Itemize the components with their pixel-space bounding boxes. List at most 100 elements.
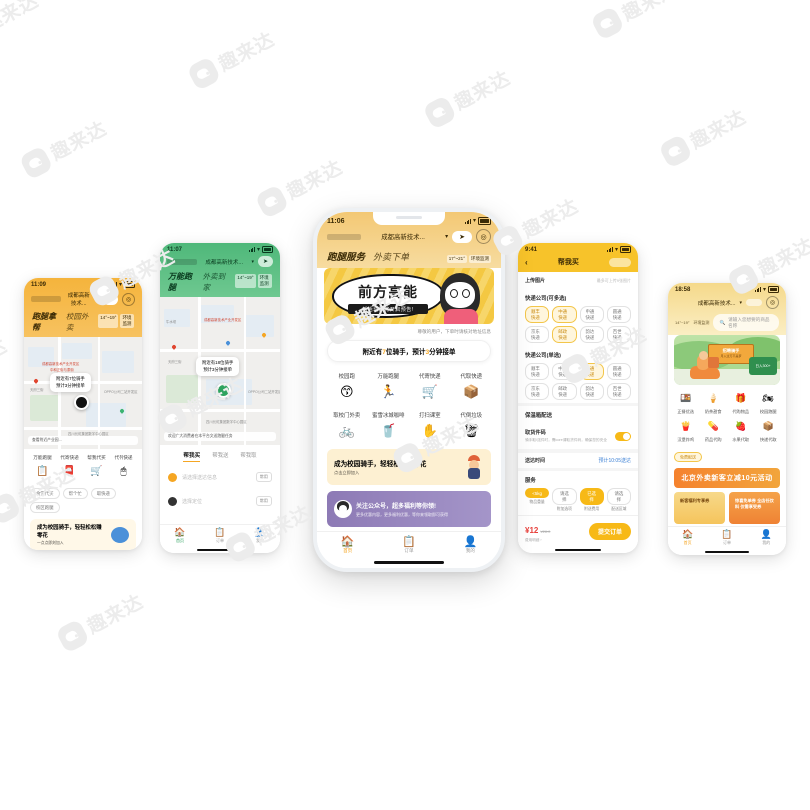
courier-chip[interactable]: 中通快递	[552, 363, 577, 380]
bicycle-icon[interactable]: 🚲	[337, 421, 357, 441]
location-bar[interactable]: 成都高新技术... ▾ ➤ ◎	[24, 289, 142, 311]
tab-orders[interactable]: 📋 订单	[707, 530, 746, 546]
hand-icon[interactable]: ✋	[420, 421, 440, 441]
bento-icon[interactable]: 🍱	[678, 391, 694, 407]
free-delivery-tag[interactable]: 免费配送	[674, 452, 702, 462]
inner-tab-fetch[interactable]: 帮我取	[240, 451, 256, 462]
pickup-code-toggle[interactable]	[615, 431, 631, 441]
location-name[interactable]: 成都高新技术...	[365, 232, 441, 241]
promo-card[interactable]: 惊喜免单券 全店任饮料 仅需享受券 限时抢购	[729, 492, 780, 535]
courier-chip[interactable]: 邮政快递	[552, 326, 577, 343]
cart-icon[interactable]: 🛒	[420, 382, 440, 402]
tab-home[interactable]: 🏠 首页	[317, 536, 378, 554]
runner-icon[interactable]: 🏃	[378, 382, 398, 402]
chevron-down-icon[interactable]: ▾	[445, 233, 448, 240]
grid-item-errand[interactable]: 万能跑腿 🏃	[369, 372, 409, 402]
delivery-time-row[interactable]: 送达时间 预计10:05送达	[518, 453, 638, 468]
option-value[interactable]: 请选择	[606, 488, 631, 506]
destination-placeholder[interactable]: 选择定位	[182, 498, 251, 505]
courier-chip[interactable]: 韵达快递	[579, 383, 604, 400]
category-item[interactable]: 🏍 校园跑腿	[756, 391, 782, 415]
grid-item[interactable]: 帮我代买 🛒	[84, 455, 109, 480]
service-option[interactable]: 请选择 配送区域	[606, 488, 631, 512]
chevron-down-icon[interactable]: ▾	[96, 296, 99, 302]
inner-tab-buy[interactable]: 帮我买	[183, 451, 201, 462]
promo-banner-comic[interactable]: 前方高能 新活动即将开启预告!	[324, 268, 494, 324]
common-address-button[interactable]: 常用	[255, 496, 272, 506]
submit-order-button[interactable]: 提交订单	[588, 523, 631, 541]
delivery-time-value[interactable]: 预计10:05送达	[598, 457, 631, 464]
chip[interactable]: 取快递	[90, 488, 116, 499]
courier-chip[interactable]: 圆通快递	[606, 306, 631, 323]
grid-item-campus[interactable]: 校园跑 😙	[327, 372, 367, 402]
courier-chip[interactable]: 韵达快递	[579, 326, 604, 343]
pill-icon[interactable]: 💊	[705, 419, 721, 435]
option-value[interactable]: <5kg	[525, 488, 550, 499]
tab-home[interactable]: 🏠 首页	[668, 530, 707, 546]
tab-profile[interactable]: 👤 我的	[240, 527, 280, 544]
wechat-follow-card[interactable]: 关注公众号，超多福利等你领! 更多优惠内容，更多福利优惠，等你来领取即可获得	[327, 490, 491, 527]
courier-chip[interactable]: 百世快递	[606, 326, 631, 343]
courier-chip[interactable]: 顺丰快递	[525, 306, 550, 323]
courier-chip[interactable]: 京东快递	[525, 383, 550, 400]
destination-address-row[interactable]: 选择定位 常用	[160, 489, 280, 513]
category-item[interactable]: 🍦 奶茶甜食	[701, 391, 727, 415]
target-icon[interactable]: ◎	[476, 229, 491, 244]
location-name[interactable]: 成都高新技术...	[698, 299, 736, 307]
tab-primary[interactable]: 万能跑腿	[168, 271, 195, 293]
rider-recruit-card[interactable]: 成为校园骑手，轻轻松松赚零花 一点点即刻加入	[30, 519, 136, 550]
target-icon[interactable]: ◎	[766, 296, 779, 309]
grid-item-gate-takeout[interactable]: 取校门外卖 🚲	[327, 411, 367, 441]
courier-chip[interactable]: 中通快递	[552, 306, 577, 323]
inner-tab-send[interactable]: 帮我送	[212, 451, 228, 462]
option-value[interactable]: 已选择	[579, 488, 604, 506]
upload-row[interactable]: 上传图片 最多可上传9张图片	[518, 272, 638, 289]
chip[interactable]: 校区跑腿	[30, 502, 60, 513]
scooter-icon[interactable]: 🏍	[760, 391, 776, 407]
grid-item[interactable]: 万能跑腿 📋	[30, 455, 55, 480]
courier-chip[interactable]: 申通快递	[579, 363, 604, 380]
category-item[interactable]: 🍟 汉堡炸鸡	[673, 419, 699, 443]
navigate-button[interactable]: ➤	[257, 256, 273, 267]
grid-item[interactable]: 代취快递 🖱	[111, 455, 136, 480]
map-notice[interactable]: 欢迎广大消费者在本平台文送跑腿任务	[164, 432, 276, 441]
location-name[interactable]: 成都高新技术...	[201, 258, 247, 266]
location-bar[interactable]: 成都高新技术... ▾ ◎	[668, 294, 786, 313]
map-notice[interactable]: 查看附近产业园...	[28, 436, 138, 445]
courier-chip[interactable]: 京东快递	[525, 326, 550, 343]
navigate-button[interactable]: ➤	[452, 230, 472, 243]
tab-profile[interactable]: 👤 我的	[440, 536, 501, 554]
service-option[interactable]: 已选择 附送费用	[579, 488, 604, 512]
package-icon[interactable]: 📦	[461, 382, 481, 402]
grid-item-clean-room[interactable]: 打扫课室 ✋	[410, 411, 450, 441]
pickup-placeholder[interactable]: 请选择送达信息	[182, 474, 251, 481]
chevron-down-icon[interactable]: ▾	[739, 300, 742, 306]
service-option[interactable]: 请选择 附加选项	[552, 488, 577, 512]
pickup-address-row[interactable]: 请选择送达信息 常用	[160, 465, 280, 489]
location-bar[interactable]: 成都高新技术... ▾ ➤	[160, 254, 280, 271]
join-badge[interactable]: 日入300+	[749, 357, 777, 375]
courier-chip[interactable]: 邮政快递	[552, 383, 577, 400]
service-option[interactable]: <5kg 物品重量	[525, 488, 550, 512]
service-tabs[interactable]: 跑腿拿帮 校园外卖 14°~19° 环境监测	[24, 311, 142, 337]
chevron-down-icon[interactable]: ▾	[251, 259, 254, 265]
grid-item-milk-tea[interactable]: 蜜雪冰城咖啡 🥤	[369, 411, 409, 441]
cart-icon[interactable]: 🛒	[88, 463, 105, 480]
strawberry-icon[interactable]: 🍓	[733, 419, 749, 435]
capsule-menu[interactable]	[746, 299, 762, 306]
tab-primary[interactable]: 跑腿服务	[327, 249, 365, 263]
category-item[interactable]: 🍓 水果代取	[728, 419, 754, 443]
rider-recruit-card[interactable]: 成为校园骑手，轻轻松松赚零花 点击立即加入	[327, 448, 491, 485]
service-tabs[interactable]: 万能跑腿 外卖到家 14°~19° 环境监测	[160, 271, 280, 297]
courier-chip[interactable]: 申通快递	[579, 306, 604, 323]
courier-chip[interactable]: 圆通快递	[606, 363, 631, 380]
location-name[interactable]: 成都高新技术...	[65, 291, 92, 307]
grid-item-fetch-parcel[interactable]: 代取快递 📦	[452, 372, 492, 402]
tab-profile[interactable]: 👤 我的	[747, 530, 786, 546]
tab-orders[interactable]: 📋 订单	[378, 536, 439, 554]
tab-primary[interactable]: 跑腿拿帮	[32, 311, 58, 333]
capsule-menu[interactable]	[609, 257, 631, 267]
whistle-face-icon[interactable]: 😙	[337, 382, 357, 402]
icecream-icon[interactable]: 🍦	[705, 391, 721, 407]
grid-item[interactable]: 代寄快递 📮	[57, 455, 82, 480]
